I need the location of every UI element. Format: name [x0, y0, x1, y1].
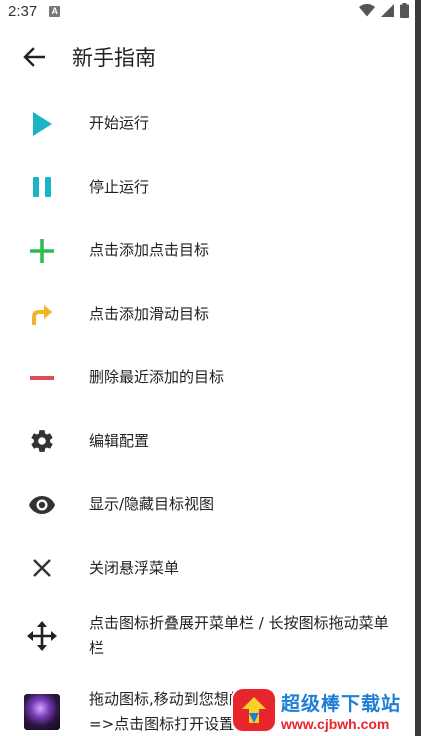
guide-item-add-click[interactable]: 点击添加点击目标: [0, 219, 415, 283]
guide-item-label: 停止运行: [89, 177, 150, 196]
signal-icon: [381, 4, 394, 17]
guide-item-toggle-view[interactable]: 显示/隐藏目标视图: [0, 473, 415, 537]
battery-icon: [400, 3, 409, 18]
guide-item-label: 编辑配置: [89, 431, 150, 450]
pause-icon: [22, 167, 62, 207]
minus-icon: [22, 358, 62, 398]
watermark-url: www.cjbwh.com: [281, 715, 390, 732]
guide-item-edit-config[interactable]: 编辑配置: [0, 410, 415, 474]
watermark-logo-icon: [233, 689, 275, 731]
guide-item-start[interactable]: 开始运行: [0, 92, 415, 156]
guide-item-label: 显示/隐藏目标视图: [89, 495, 215, 514]
wifi-icon: [359, 4, 375, 17]
eye-icon: [22, 485, 62, 525]
watermark-title: 超级棒下载站: [281, 692, 402, 715]
guide-item-label: 关闭悬浮菜单: [89, 558, 180, 577]
notification-badge: A: [49, 5, 61, 17]
move-icon: [22, 616, 62, 656]
screen-edge: [415, 0, 421, 736]
app-thumbnail-icon: [22, 692, 62, 732]
toolbar: 新手指南: [0, 22, 415, 92]
guide-item-label: 点击图标折叠展开菜单栏 / 长按图标拖动菜单栏: [89, 614, 389, 657]
arrow-left-icon: [23, 47, 45, 67]
gear-icon: [22, 421, 62, 461]
guide-item-add-swipe[interactable]: 点击添加滑动目标: [0, 283, 415, 347]
guide-item-move-menu[interactable]: 点击图标折叠展开菜单栏 / 长按图标拖动菜单栏: [0, 600, 415, 672]
status-icons: [359, 3, 409, 18]
back-button[interactable]: [14, 37, 54, 77]
guide-item-label: 删除最近添加的目标: [89, 368, 225, 387]
guide-list: 开始运行 停止运行 点击添加点击目标 点击添加滑动目标 删除最近添加的目标 编辑…: [0, 92, 415, 736]
guide-item-label: 开始运行: [89, 114, 150, 133]
app-screen: 2:37 A 新手指南 开始运行 停止运行 点击添加点击目标 点击添加滑动目标 …: [0, 0, 415, 736]
guide-item-stop[interactable]: 停止运行: [0, 156, 415, 220]
watermark: 超级棒下载站 www.cjbwh.com: [229, 684, 415, 736]
guide-item-delete[interactable]: 删除最近添加的目标: [0, 346, 415, 410]
page-title: 新手指南: [72, 46, 156, 70]
guide-item-label: 点击添加点击目标: [89, 241, 210, 260]
guide-item-label: 点击添加滑动目标: [89, 304, 210, 323]
swipe-arrow-icon: [22, 294, 62, 334]
plus-icon: [22, 231, 62, 271]
close-icon: [22, 548, 62, 588]
status-time: 2:37: [8, 2, 38, 20]
play-icon: [22, 104, 62, 144]
status-bar: 2:37 A: [0, 0, 415, 22]
guide-item-close-menu[interactable]: 关闭悬浮菜单: [0, 537, 415, 601]
